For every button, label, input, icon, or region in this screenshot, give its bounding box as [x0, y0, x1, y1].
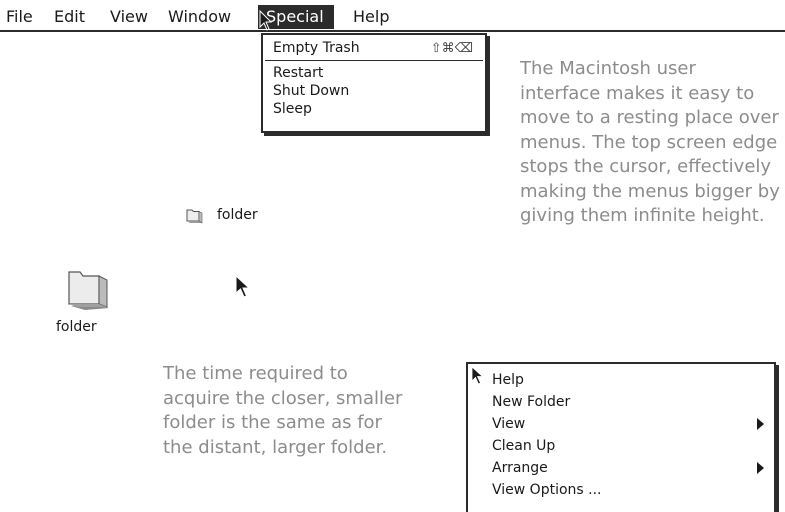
menu-bar: File Edit View Window Special Help	[0, 0, 785, 32]
context-item-arrange[interactable]: Arrange	[492, 457, 548, 479]
menu-view[interactable]: View	[104, 5, 154, 29]
caption-line: stops the cursor, effectively	[520, 156, 772, 177]
menu-item-empty-trash-label: Empty Trash	[273, 40, 360, 56]
small-folder[interactable]: folder	[185, 206, 265, 230]
large-folder-label: folder	[56, 319, 97, 335]
large-folder[interactable]: folder	[56, 264, 116, 336]
empty-trash-shortcut: ⇧⌘⌫	[430, 41, 473, 56]
folder-icon	[68, 271, 109, 310]
context-item-view-options[interactable]: View Options ...	[492, 479, 602, 501]
caption-top-right: The Macintosh user interface makes it ea…	[520, 57, 785, 229]
caption-bottom-left: The time required to acquire the closer,…	[163, 362, 453, 460]
menu-window[interactable]: Window	[162, 5, 237, 29]
caption-line: The Macintosh user	[520, 58, 696, 79]
caption-line: move to a resting place over	[520, 107, 779, 128]
menu-help[interactable]: Help	[347, 5, 395, 29]
arrow-cursor-icon	[471, 366, 484, 385]
caption-line: folder is the same as for	[163, 412, 382, 433]
special-menu-dropdown: Empty Trash ⇧⌘⌫ Restart Shut Down Sleep	[261, 33, 487, 133]
menu-separator	[265, 60, 483, 61]
arrow-cursor-icon	[235, 275, 251, 298]
menu-item-restart[interactable]: Restart	[273, 64, 323, 82]
small-folder-label: folder	[217, 207, 258, 223]
folder-icon	[186, 209, 203, 224]
caption-line: menus. The top screen edge	[520, 131, 778, 153]
submenu-arrow-icon	[757, 462, 764, 474]
menu-item-empty-trash[interactable]: Empty Trash ⇧⌘⌫	[273, 39, 479, 57]
menu-item-sleep[interactable]: Sleep	[273, 100, 312, 118]
contextual-menu: Help New Folder View Clean Up Arrange Vi…	[466, 362, 776, 512]
caption-line: The time required to	[163, 363, 348, 384]
context-item-clean-up[interactable]: Clean Up	[492, 435, 555, 457]
caption-line: giving them infinite height.	[520, 205, 765, 226]
submenu-arrow-icon	[757, 418, 764, 430]
context-item-help[interactable]: Help	[492, 369, 524, 391]
menu-edit[interactable]: Edit	[48, 5, 91, 29]
context-item-view[interactable]: View	[492, 413, 525, 435]
context-item-new-folder[interactable]: New Folder	[492, 391, 570, 413]
caption-line: making the menus bigger by	[520, 180, 780, 202]
menu-file[interactable]: File	[0, 5, 39, 29]
caption-line: acquire the closer, smaller	[163, 387, 403, 409]
arrow-cursor-icon	[259, 10, 273, 31]
caption-line: interface makes it easy to	[520, 82, 755, 104]
caption-line: the distant, larger folder.	[163, 436, 388, 458]
menu-item-shut-down[interactable]: Shut Down	[273, 82, 349, 100]
